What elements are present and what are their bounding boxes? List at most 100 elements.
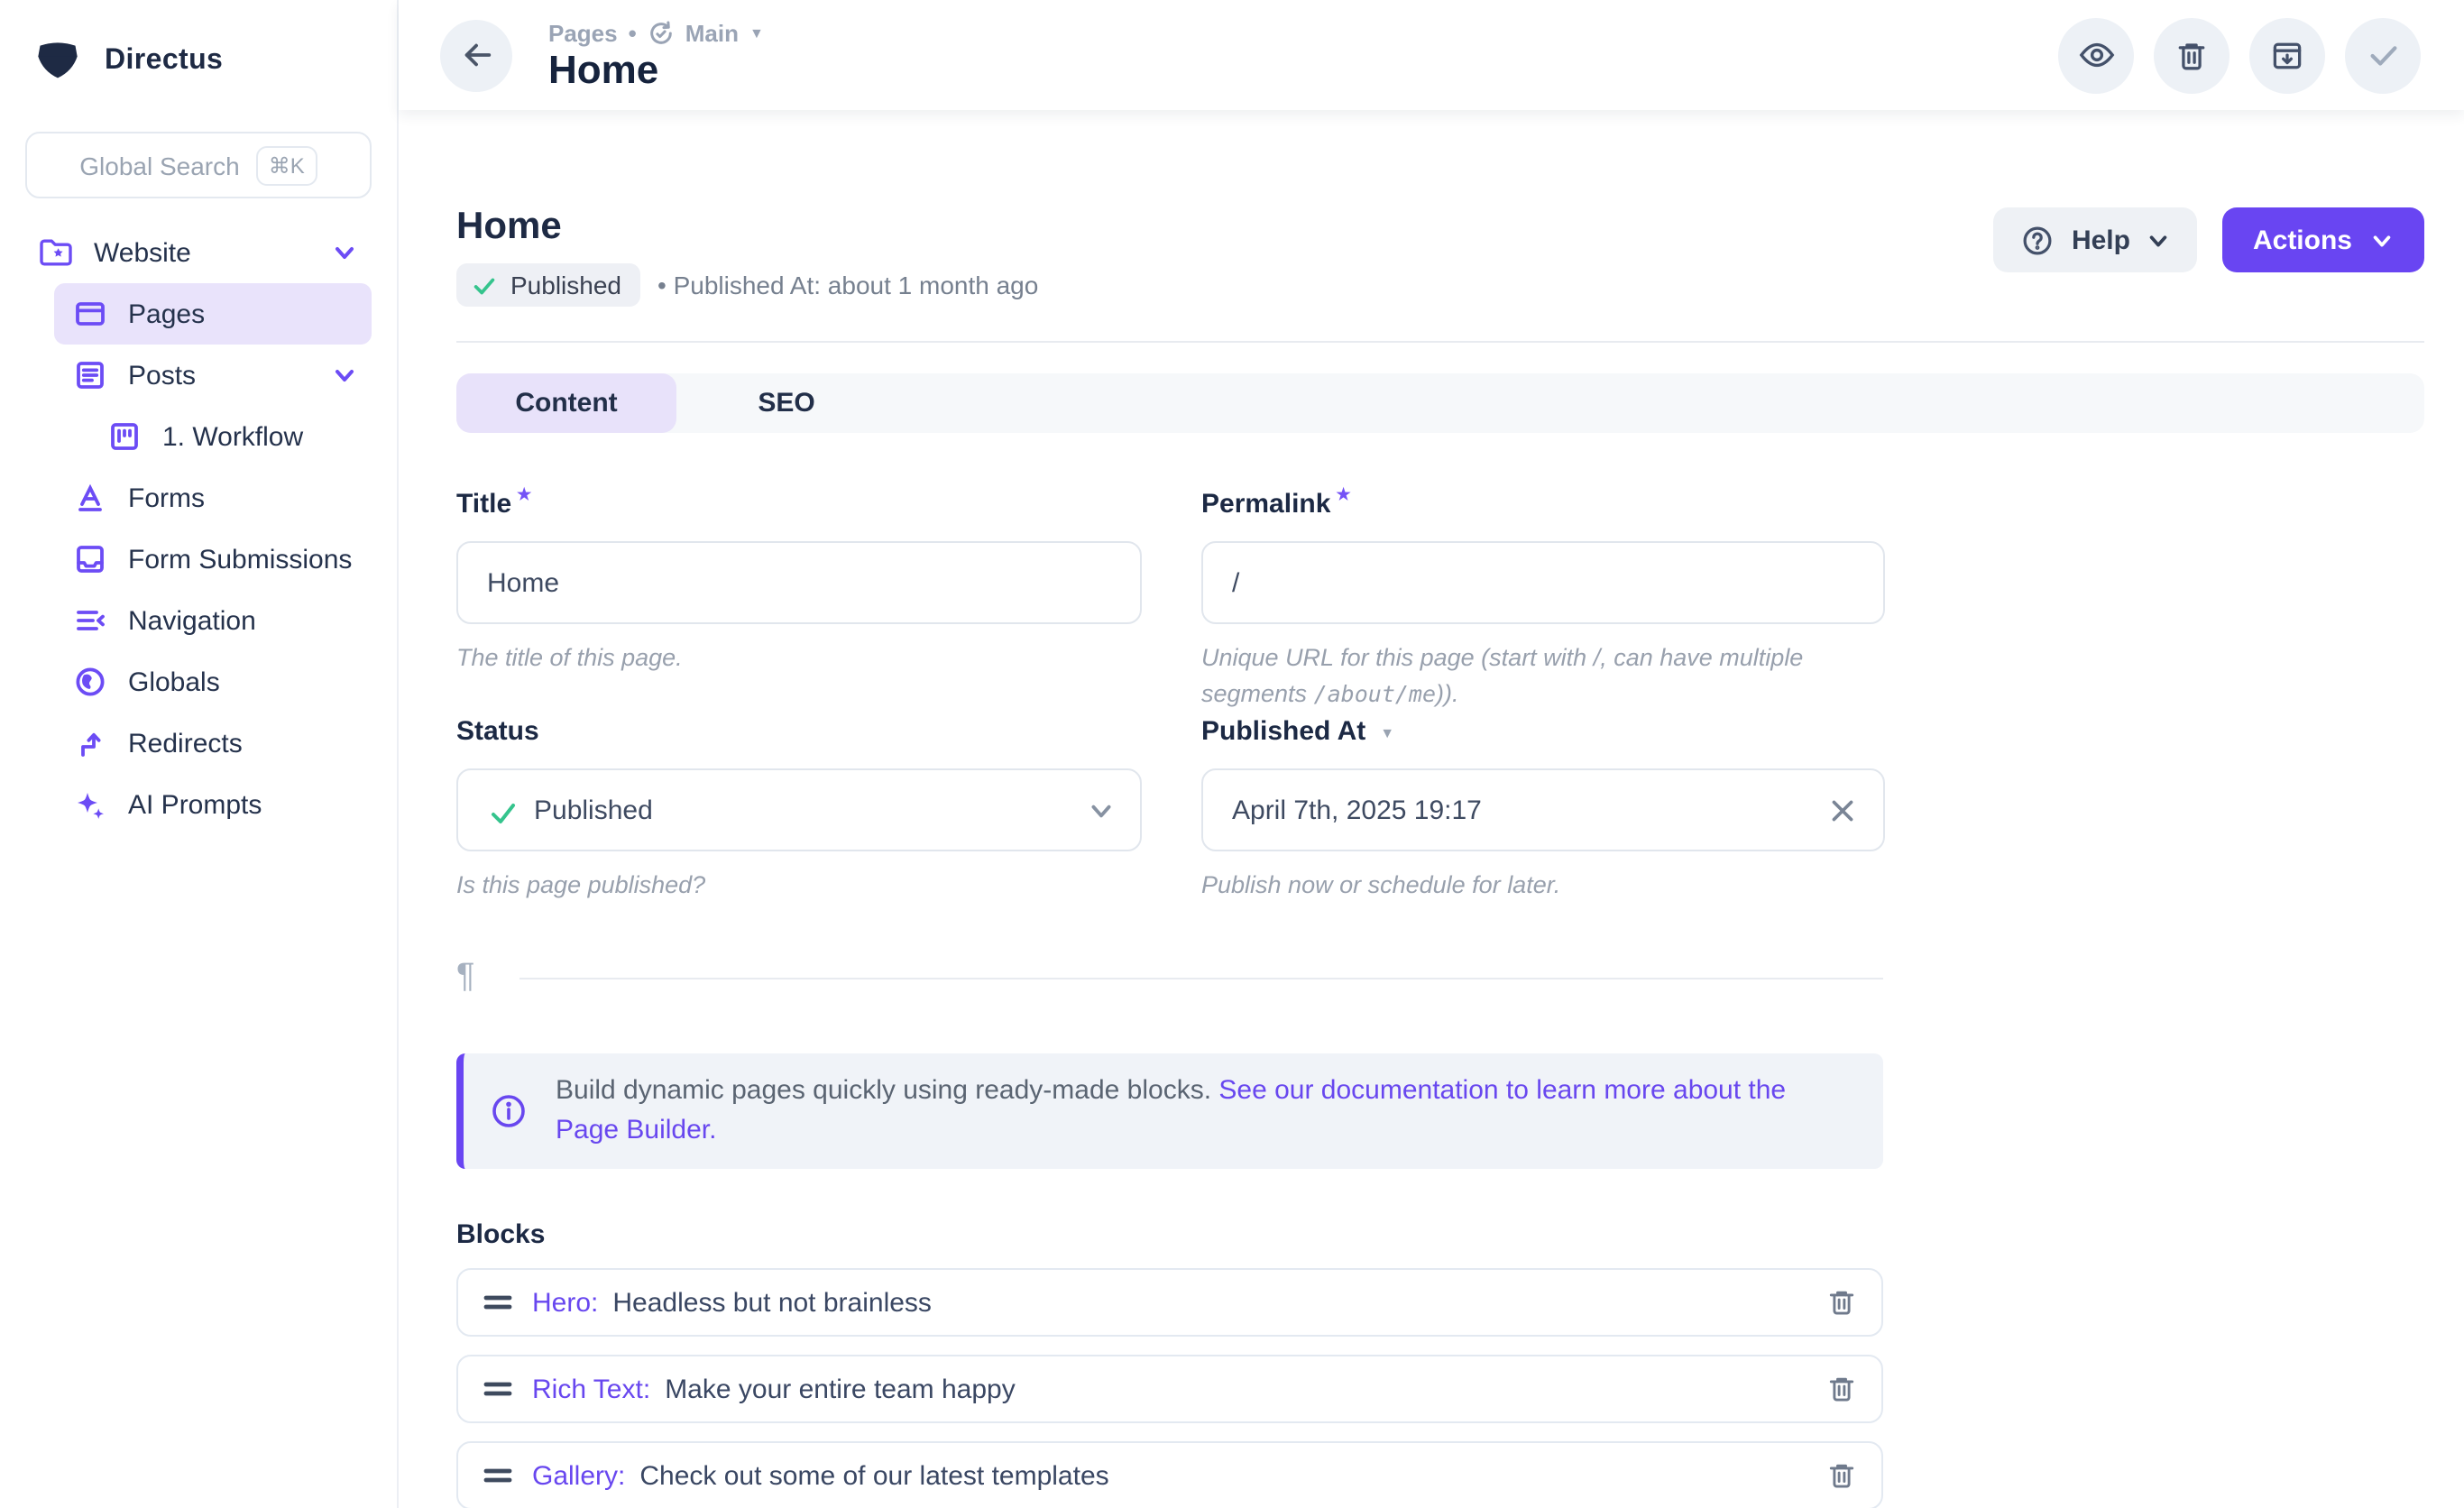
delete-button[interactable] bbox=[2154, 17, 2230, 93]
status-label: Status bbox=[456, 716, 539, 747]
sidebar: Directus Global Search ⌘K Website Pages bbox=[0, 0, 399, 1508]
status-badge-label: Published bbox=[510, 271, 621, 299]
letter-a-icon bbox=[72, 480, 108, 516]
block-type-label: Hero: bbox=[532, 1287, 598, 1318]
published-at-label: Published At bbox=[1201, 716, 1365, 747]
global-search-input[interactable]: Global Search ⌘K bbox=[25, 132, 372, 198]
permalink-input[interactable]: / bbox=[1201, 541, 1885, 624]
sidebar-item-forms[interactable]: Forms bbox=[54, 467, 372, 529]
help-button-label: Help bbox=[2072, 225, 2130, 255]
block-row-hero[interactable]: Hero: Headless but not brainless bbox=[456, 1268, 1883, 1337]
permalink-label: Permalink bbox=[1201, 489, 1330, 520]
global-search-placeholder: Global Search bbox=[79, 151, 239, 179]
block-row-rich-text[interactable]: Rich Text: Make your entire team happy bbox=[456, 1355, 1883, 1423]
required-star-icon: ★ bbox=[1336, 485, 1350, 505]
chevron-down-icon bbox=[332, 240, 357, 265]
info-icon bbox=[489, 1091, 529, 1131]
sidebar-nav: Website Pages Posts bbox=[25, 222, 372, 835]
sidebar-item-posts[interactable]: Posts bbox=[54, 345, 372, 406]
tab-bar: Content SEO bbox=[456, 373, 2424, 433]
trash-icon[interactable] bbox=[1825, 1286, 1858, 1319]
breadcrumb-root[interactable]: Pages bbox=[548, 19, 618, 46]
kanban-board-icon bbox=[106, 418, 143, 455]
globe-icon bbox=[72, 664, 108, 700]
main-area: Pages • Main ▼ Home bbox=[399, 0, 2464, 1508]
published-at-helper: Publish now or schedule for later. bbox=[1201, 868, 1885, 942]
trash-icon[interactable] bbox=[1825, 1373, 1858, 1405]
block-title: Check out some of our latest templates bbox=[639, 1460, 1108, 1491]
sidebar-item-label: Globals bbox=[128, 667, 372, 697]
inbox-icon bbox=[72, 541, 108, 577]
back-button[interactable] bbox=[440, 19, 512, 91]
sidebar-item-globals[interactable]: Globals bbox=[54, 651, 372, 713]
divider bbox=[519, 977, 1883, 979]
brand-name: Directus bbox=[105, 45, 223, 78]
sidebar-item-label: Website bbox=[94, 237, 312, 268]
sidebar-item-label: Forms bbox=[128, 483, 372, 513]
actions-button[interactable]: Actions bbox=[2222, 207, 2424, 272]
blocks-section-label: Blocks bbox=[456, 1219, 2424, 1250]
help-button[interactable]: Help bbox=[1994, 207, 2197, 272]
status-select-value: Published bbox=[534, 795, 1068, 825]
sidebar-item-label: AI Prompts bbox=[128, 789, 372, 820]
search-shortcut-badge: ⌘K bbox=[256, 145, 317, 185]
chevron-down-icon bbox=[332, 363, 357, 388]
topbar: Pages • Main ▼ Home bbox=[399, 0, 2464, 110]
folder-star-icon bbox=[38, 234, 74, 271]
published-meta: • Published At: about 1 month ago bbox=[657, 271, 1038, 299]
title-input[interactable]: Home bbox=[456, 541, 1142, 624]
sidebar-item-redirects[interactable]: Redirects bbox=[54, 713, 372, 774]
browser-window-icon bbox=[72, 296, 108, 332]
fields-grid: Title★ Home The title of this page. Perm… bbox=[456, 487, 1885, 942]
drag-handle-icon[interactable] bbox=[483, 1290, 512, 1315]
published-at-value: April 7th, 2025 19:17 bbox=[1232, 795, 1807, 825]
sidebar-item-website[interactable]: Website bbox=[25, 222, 372, 283]
published-at-input[interactable]: April 7th, 2025 19:17 bbox=[1201, 768, 1885, 851]
sidebar-item-workflow[interactable]: 1. Workflow bbox=[54, 406, 372, 467]
permalink-helper-mono: /about/me bbox=[1314, 680, 1436, 707]
redirect-arrow-icon bbox=[72, 725, 108, 761]
sidebar-item-navigation[interactable]: Navigation bbox=[54, 590, 372, 651]
sidebar-item-label: Redirects bbox=[128, 728, 372, 759]
clear-icon[interactable] bbox=[1827, 795, 1858, 825]
archive-icon bbox=[2269, 37, 2305, 73]
sidebar-item-label: Form Submissions bbox=[128, 544, 372, 575]
banner-text: Build dynamic pages quickly using ready-… bbox=[556, 1071, 1845, 1151]
sidebar-item-ai-prompts[interactable]: AI Prompts bbox=[54, 774, 372, 835]
block-type-label: Rich Text: bbox=[532, 1374, 650, 1404]
sidebar-item-label: 1. Workflow bbox=[162, 421, 372, 452]
brand: Directus bbox=[25, 36, 372, 87]
field-title: Title★ Home The title of this page. bbox=[456, 487, 1142, 714]
page-header: Home Published • Published At: about 1 m… bbox=[456, 207, 2424, 307]
field-status: Status Published Is this page published? bbox=[456, 714, 1142, 942]
archive-button[interactable] bbox=[2249, 17, 2325, 93]
version-selector[interactable]: Main bbox=[685, 19, 739, 46]
check-save-icon bbox=[2364, 36, 2402, 74]
tab-seo[interactable]: SEO bbox=[676, 373, 896, 433]
block-title: Headless but not brainless bbox=[612, 1287, 932, 1318]
drag-handle-icon[interactable] bbox=[483, 1463, 512, 1488]
tab-content[interactable]: Content bbox=[456, 373, 676, 433]
content-area: Home Published • Published At: about 1 m… bbox=[399, 110, 2464, 1508]
trash-icon bbox=[2174, 37, 2210, 73]
status-helper: Is this page published? bbox=[456, 868, 1142, 942]
paragraph-divider: ¶ bbox=[456, 958, 1883, 998]
check-icon bbox=[487, 796, 514, 823]
save-button[interactable] bbox=[2345, 17, 2421, 93]
drag-handle-icon[interactable] bbox=[483, 1376, 512, 1402]
trash-icon[interactable] bbox=[1825, 1459, 1858, 1492]
info-banner: Build dynamic pages quickly using ready-… bbox=[456, 1053, 1883, 1169]
label-dropdown-icon[interactable]: ▼ bbox=[1380, 725, 1394, 741]
eye-icon bbox=[2077, 36, 2115, 74]
block-row-gallery[interactable]: Gallery: Check out some of our latest te… bbox=[456, 1441, 1883, 1508]
sidebar-item-pages[interactable]: Pages bbox=[54, 283, 372, 345]
title-label: Title bbox=[456, 489, 511, 520]
nav-list-icon bbox=[72, 602, 108, 639]
preview-button[interactable] bbox=[2058, 17, 2134, 93]
sidebar-item-form-submissions[interactable]: Form Submissions bbox=[54, 529, 372, 590]
status-select[interactable]: Published bbox=[456, 768, 1142, 851]
actions-button-label: Actions bbox=[2253, 225, 2352, 255]
sidebar-item-label: Pages bbox=[128, 299, 372, 329]
title-helper: The title of this page. bbox=[456, 640, 1142, 714]
post-document-icon bbox=[72, 357, 108, 393]
